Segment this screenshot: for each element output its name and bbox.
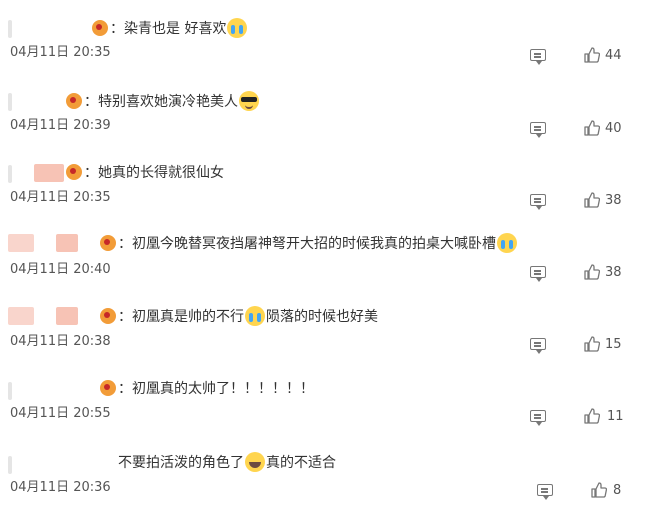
user-badge-icon (100, 235, 116, 251)
thumbs-up-icon[interactable] (584, 336, 600, 352)
like-count: 38 (605, 265, 622, 280)
comment-text: ：初凰今晚替冥夜挡屠神弩开大招的时候我真的拍桌大喊卧槽 (100, 233, 518, 254)
blurred-username (8, 93, 12, 111)
user-badge-icon (100, 380, 116, 396)
comment-text: ：初凰真的太帅了！！！！！！ (100, 379, 314, 399)
like-count: 44 (605, 48, 622, 63)
thumbs-up-icon[interactable] (584, 120, 600, 136)
comment-item: ：初凰今晚替冥夜挡屠神弩开大招的时候我真的拍桌大喊卧槽 04月11日 20:40… (0, 217, 650, 289)
comment-item: ：她真的长得就很仙女 04月11日 20:35 38 (0, 145, 650, 217)
comment-text: ：初凰真是帅的不行 陨落的时候也好美 (100, 306, 378, 327)
comment-text: 不要拍活泼的角色了 真的不适合 (118, 452, 336, 473)
comment-text: ：染青也是 好喜欢 (92, 18, 248, 39)
reply-comment-icon[interactable] (530, 49, 546, 65)
user-badge-icon (92, 20, 108, 36)
comment-item: ：初凰真是帅的不行 陨落的时候也好美 04月11日 20:38 15 (0, 289, 650, 361)
blurred-username (8, 382, 12, 400)
comment-time: 04月11日 20:40 (10, 262, 111, 277)
thumbs-up-icon[interactable] (584, 264, 600, 280)
like-count: 11 (607, 409, 624, 424)
thumbs-up-icon[interactable] (584, 408, 600, 424)
blurred-username (34, 164, 64, 182)
laughing-emoji-icon (245, 452, 265, 472)
blurred-username (56, 307, 78, 325)
comment-body: ：特别喜欢她演冷艳美人 (84, 94, 238, 110)
thumbs-up-icon[interactable] (591, 482, 607, 498)
blurred-username (8, 234, 34, 252)
cry-emoji-icon (245, 306, 265, 326)
comment-time: 04月11日 20:38 (10, 334, 111, 349)
reply-comment-icon[interactable] (530, 194, 546, 210)
comment-item: ：特别喜欢她演冷艳美人 04月11日 20:39 40 (0, 73, 650, 145)
cry-emoji-icon (497, 233, 517, 253)
blurred-username (8, 20, 12, 38)
like-count: 40 (605, 121, 622, 136)
like-count: 8 (613, 483, 622, 498)
thumbs-up-icon[interactable] (584, 47, 600, 63)
comment-body: ：染青也是 好喜欢 (110, 21, 227, 37)
cry-emoji-icon (227, 18, 248, 38)
comment-item: ：染青也是 好喜欢 04月11日 20:35 44 (0, 0, 650, 72)
user-badge-icon (66, 93, 82, 109)
reply-comment-icon[interactable] (530, 338, 546, 354)
user-badge-icon (100, 308, 116, 324)
user-badge-icon (66, 164, 82, 180)
comment-time: 04月11日 20:55 (10, 406, 111, 421)
like-count: 15 (605, 337, 622, 352)
comment-item: 不要拍活泼的角色了 真的不适合 04月11日 20:36 8 (0, 434, 650, 506)
comment-body-continued: 真的不适合 (266, 455, 336, 471)
like-count: 38 (605, 193, 622, 208)
sunglasses-emoji-icon (239, 91, 259, 111)
comment-body: ：初凰今晚替冥夜挡屠神弩开大招的时候我真的拍桌大喊卧槽 (118, 236, 496, 252)
comment-text: ：特别喜欢她演冷艳美人 (66, 91, 260, 112)
comment-body-continued: 陨落的时候也好美 (266, 309, 378, 325)
comment-time: 04月11日 20:35 (10, 190, 111, 205)
comment-time: 04月11日 20:36 (10, 480, 111, 495)
comment-item: ：初凰真的太帅了！！！！！！ 04月11日 20:55 11 (0, 362, 650, 434)
comment-time: 04月11日 20:39 (10, 118, 111, 133)
reply-comment-icon[interactable] (530, 266, 546, 282)
blurred-username (8, 165, 12, 183)
comment-text: ：她真的长得就很仙女 (66, 163, 224, 183)
blurred-username (8, 456, 12, 474)
blurred-username (56, 234, 78, 252)
comment-body: 不要拍活泼的角色了 (118, 455, 244, 471)
comment-time: 04月11日 20:35 (10, 45, 111, 60)
thumbs-up-icon[interactable] (584, 192, 600, 208)
comment-body: ：初凰真是帅的不行 (118, 309, 244, 325)
reply-comment-icon[interactable] (530, 122, 546, 138)
reply-comment-icon[interactable] (537, 484, 553, 500)
comment-body: ：初凰真的太帅了！！！！！！ (118, 381, 314, 397)
comment-body: ：她真的长得就很仙女 (84, 165, 224, 181)
blurred-username (8, 307, 34, 325)
reply-comment-icon[interactable] (530, 410, 546, 426)
